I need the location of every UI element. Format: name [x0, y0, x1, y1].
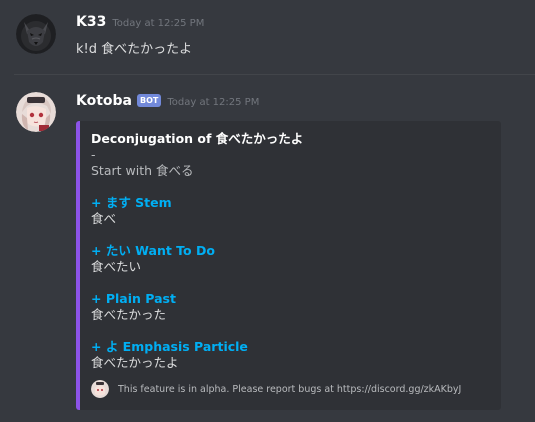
embed-field-value: 食べたかったよ: [91, 355, 179, 370]
embed-field: + ます Stem 食べ: [91, 195, 493, 227]
embed-separator: -: [91, 147, 96, 162]
embed-field: + Plain Past 食べたかった: [91, 291, 493, 323]
bot-avatar[interactable]: [16, 92, 56, 132]
embed-start-line: Start with 食べる: [91, 163, 194, 178]
embed-field-value: 食べたかった: [91, 307, 167, 322]
footer-avatar-icon: [91, 380, 109, 398]
embed-field-value: 食べたい: [91, 259, 142, 274]
bot-badge: BOT: [137, 94, 162, 107]
chat-view: K33 Today at 12:25 PM k!d 食べたかったよ Kotoba: [0, 0, 535, 422]
username[interactable]: K33: [76, 14, 106, 30]
user-avatar[interactable]: [16, 14, 56, 54]
deconjugation-embed: Deconjugation of 食べたかったよ - Start with 食べ…: [76, 121, 501, 410]
embed-field-value: 食べ: [91, 211, 117, 226]
embed-field-name: + ます Stem: [91, 195, 172, 210]
embed-field: + たい Want To Do 食べたい: [91, 243, 493, 275]
message-content: k!d 食べたかったよ: [76, 42, 193, 57]
embed-title: Deconjugation of 食べたかったよ: [91, 131, 304, 146]
message-divider: [14, 74, 535, 75]
message-header: K33 Today at 12:25 PM: [76, 14, 204, 30]
message-header: Kotoba BOT Today at 12:25 PM: [76, 93, 259, 109]
anime-girl-avatar-icon: [16, 92, 56, 132]
timestamp[interactable]: Today at 12:25 PM: [112, 18, 204, 29]
wolf-avatar-icon: [16, 14, 56, 54]
footer-text: This feature is in alpha. Please report …: [118, 383, 462, 395]
embed-field-name: + Plain Past: [91, 291, 176, 306]
username[interactable]: Kotoba: [76, 93, 132, 109]
timestamp[interactable]: Today at 12:25 PM: [167, 97, 259, 108]
embed-field-name: + たい Want To Do: [91, 243, 215, 258]
embed-footer: This feature is in alpha. Please report …: [91, 380, 461, 398]
embed-field-name: + よ Emphasis Particle: [91, 339, 248, 354]
embed-field: + よ Emphasis Particle 食べたかったよ: [91, 339, 493, 371]
